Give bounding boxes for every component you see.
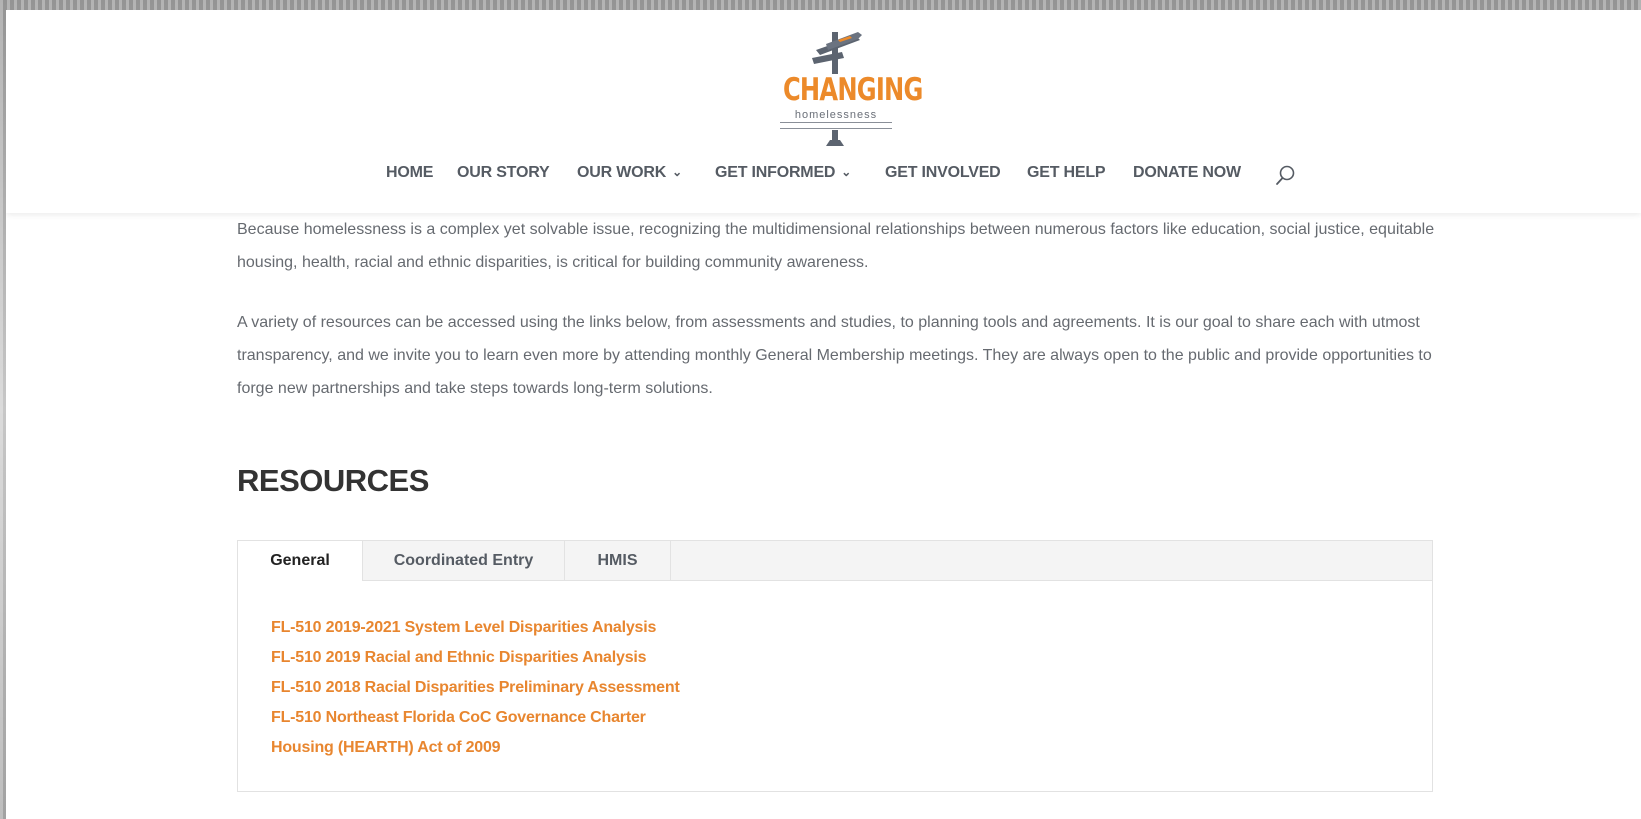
nav-item-label: GET INVOLVED xyxy=(885,164,1001,181)
chevron-down-icon: ⌄ xyxy=(672,165,682,179)
nav-item-donate-now[interactable]: DONATE NOW xyxy=(1133,164,1241,182)
nav-item-home[interactable]: HOME xyxy=(386,164,433,182)
nav-item-our-story[interactable]: OUR STORY xyxy=(457,164,550,182)
tab-coordinated-entry[interactable]: Coordinated Entry xyxy=(363,541,565,580)
nav-item-get-involved[interactable]: GET INVOLVED xyxy=(885,164,1001,182)
resource-link[interactable]: FL-510 2018 Racial Disparities Prelimina… xyxy=(271,673,680,703)
nav-item-label: DONATE NOW xyxy=(1133,164,1241,181)
logo-rule xyxy=(780,122,892,123)
nav-item-label: OUR WORK xyxy=(577,164,667,181)
nav-item-label: OUR STORY xyxy=(457,164,550,181)
page: CHANGING homelessness HOME OUR STORY OUR… xyxy=(6,10,1641,819)
nav-item-label: GET HELP xyxy=(1027,164,1106,181)
resource-link[interactable]: FL-510 2019-2021 System Level Disparitie… xyxy=(271,613,680,643)
nav-item-get-help[interactable]: GET HELP xyxy=(1027,164,1106,182)
nav-item-label: HOME xyxy=(386,164,434,181)
site-logo[interactable]: CHANGING homelessness xyxy=(768,22,923,150)
intro-paragraph-2: A variety of resources can be accessed u… xyxy=(237,314,1432,397)
search-icon[interactable] xyxy=(1274,164,1298,188)
site-header: CHANGING homelessness HOME OUR STORY OUR… xyxy=(6,10,1641,213)
tab-bar: General Coordinated Entry HMIS xyxy=(238,541,1432,581)
resource-link[interactable]: Housing (HEARTH) Act of 2009 xyxy=(271,733,680,763)
chevron-down-icon: ⌄ xyxy=(841,165,852,179)
resource-link[interactable]: FL-510 Northeast Florida CoC Governance … xyxy=(271,703,680,733)
resources-heading: RESOURCES xyxy=(237,463,429,498)
nav-item-our-work[interactable]: OUR WORK ⌄ xyxy=(577,164,682,182)
resource-link[interactable]: FL-510 2019 Racial and Ethnic Disparitie… xyxy=(271,643,680,673)
logo-tagline: homelessness xyxy=(794,109,878,121)
logo-rule xyxy=(780,128,892,129)
intro-paragraph-1: Because homelessness is a complex yet so… xyxy=(237,221,1435,271)
resource-links: FL-510 2019-2021 System Level Disparitie… xyxy=(271,613,680,763)
nav-item-get-informed[interactable]: GET INFORMED ⌄ xyxy=(715,164,851,182)
tab-hmis[interactable]: HMIS xyxy=(565,541,671,580)
main-nav: HOME OUR STORY OUR WORK ⌄ GET INFORMED ⌄ G… xyxy=(6,164,1641,192)
tab-general[interactable]: General xyxy=(238,541,363,581)
logo-wordmark: CHANGING xyxy=(782,72,923,108)
resources-tabs: General Coordinated Entry HMIS FL-510 20… xyxy=(237,540,1433,792)
nav-item-label: GET INFORMED xyxy=(715,164,836,181)
